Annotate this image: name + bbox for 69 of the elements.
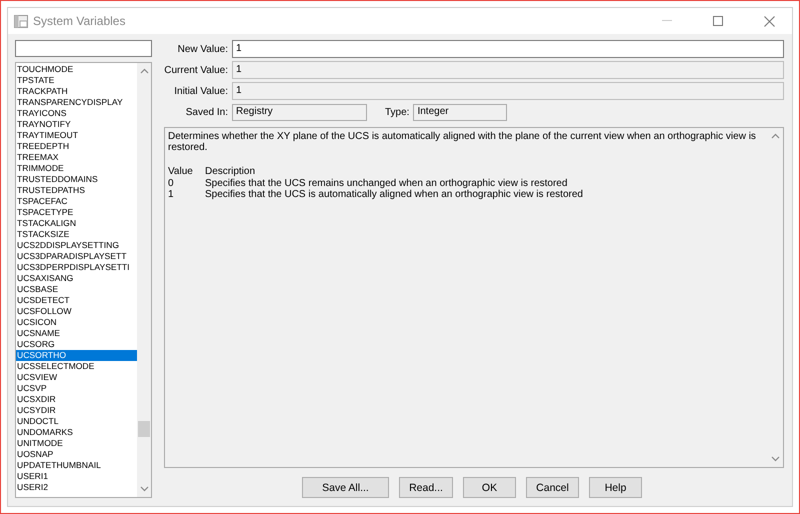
list-item[interactable]: UNDOCTL — [16, 416, 137, 427]
list-item[interactable]: UCS3DPERPDISPLAYSETTI — [16, 262, 137, 273]
list-item[interactable]: UCSXDIR — [16, 394, 137, 405]
app-icon — [14, 14, 28, 28]
description-text: Determines whether the XY plane of the UCS is automatically aligned with the plane of the current view when an orthographic view is restored. — [168, 131, 757, 153]
list-item[interactable]: TRIMMODE — [16, 163, 137, 174]
list-item[interactable]: USERI1 — [16, 471, 137, 482]
field-label: New Value: — [176, 44, 228, 54]
list-item[interactable]: TREEDEPTH — [16, 141, 137, 152]
value-field: Registry — [232, 104, 367, 120]
list-item[interactable]: TSPACETYPE — [16, 207, 137, 218]
list-item[interactable]: TOUCHMODE — [16, 64, 137, 75]
column-header: Description — [205, 166, 256, 178]
list-item[interactable]: UCSBASE — [16, 284, 137, 295]
field-label: Initial Value: — [173, 86, 228, 96]
list-item[interactable]: UCSICON — [16, 317, 137, 328]
list-item[interactable]: UNDOMARKS — [16, 427, 137, 438]
value-field: 1 — [232, 82, 784, 100]
list-item[interactable]: TRUSTEDPATHS — [16, 185, 137, 196]
list-item[interactable]: UCSYDIR — [16, 405, 137, 416]
list-item[interactable]: TRAYICONS — [16, 108, 137, 119]
list-item[interactable]: TPSTATE — [16, 75, 137, 86]
maximize-icon — [713, 16, 723, 26]
list-item[interactable]: TSPACEFAC — [16, 196, 137, 207]
list-item[interactable]: UCSVIEW — [16, 372, 137, 383]
close-icon — [764, 16, 774, 26]
dialog-button[interactable]: Save All... — [302, 477, 389, 498]
field-label: Type: — [385, 106, 410, 118]
list-item[interactable]: TRANSPARENCYDISPLAY — [16, 97, 137, 108]
list-item[interactable]: UOSNAP — [16, 449, 137, 460]
list-item[interactable]: UCSORG — [16, 339, 137, 350]
window-title: System Variables — [33, 14, 126, 28]
list-item[interactable]: UCSVP — [16, 383, 137, 394]
list-item[interactable]: UCSSELECTMODE — [16, 361, 137, 372]
list-item[interactable]: UCSDETECT — [16, 295, 137, 306]
scrollbar-thumb[interactable] — [138, 421, 150, 437]
table-cell: Specifies that the UCS is automatically aligned when an orthographic view is restored — [205, 189, 583, 200]
list-item[interactable]: UCS3DPARADISPLAYSETT — [16, 251, 137, 262]
list-item[interactable]: UPDATETHUMBNAIL — [16, 460, 137, 471]
list-item[interactable]: UCSNAME — [16, 328, 137, 339]
dialog-button[interactable]: Read... — [399, 477, 453, 498]
dialog-button[interactable]: Help — [589, 477, 642, 498]
list-item[interactable]: TSTACKSIZE — [16, 229, 137, 240]
list-item[interactable]: UCS2DDISPLAYSETTING — [16, 240, 137, 251]
field-label: Current Value: — [164, 64, 228, 76]
table-cell-text: 1 — [168, 189, 175, 200]
list-item[interactable]: TRACKPATH — [16, 86, 137, 97]
column-header: Value — [168, 166, 194, 178]
list-item[interactable]: TSTACKALIGN — [16, 218, 137, 229]
dialog-button[interactable]: Cancel — [526, 477, 579, 498]
value-field: Integer — [413, 104, 508, 120]
dialog-button[interactable]: OK — [463, 477, 516, 498]
value-field[interactable]: 1 — [232, 40, 784, 58]
minimize-icon — [662, 20, 672, 22]
list-item[interactable]: UCSAXISANG — [16, 273, 137, 284]
list-item[interactable]: TRAYNOTIFY — [16, 119, 137, 130]
list-item[interactable]: TRUSTEDDOMAINS — [16, 174, 137, 185]
list-item[interactable]: UCSFOLLOW — [16, 306, 137, 317]
list-item[interactable]: TREEMAX — [16, 152, 137, 163]
scrollbar[interactable] — [137, 63, 151, 497]
table-cell-text: Specifies that the UCS remains unchanged when an orthographic view is restored — [205, 178, 568, 189]
list-item[interactable]: USERI2 — [16, 482, 137, 493]
search-field[interactable] — [15, 40, 152, 57]
list-item[interactable]: UNITMODE — [16, 438, 137, 449]
value-field: 1 — [232, 61, 784, 79]
list-item[interactable]: TRAYTIMEOUT — [16, 130, 137, 141]
table-cell-text: 0 — [168, 178, 175, 189]
list-item[interactable]: UCSORTHO — [16, 350, 137, 361]
field-label: Saved In: — [184, 106, 228, 118]
